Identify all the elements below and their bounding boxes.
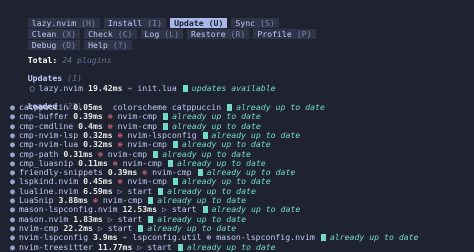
status-marker-icon xyxy=(320,234,326,242)
updates-header: Updates (1) xyxy=(8,63,82,83)
toolbar-row-1: lazy.nvim (H) Install (I) Update (U) Sync (… xyxy=(8,8,283,28)
status-marker-icon xyxy=(153,150,159,158)
status-marker-icon xyxy=(158,187,164,195)
status-marker-icon xyxy=(148,197,154,204)
config-file-icon: ⌁ xyxy=(127,83,133,93)
plugin-status: already up to date xyxy=(329,232,419,243)
status-marker-icon xyxy=(172,178,178,186)
status-marker-icon xyxy=(202,206,208,214)
tab-restore[interactable]: Restore (R) xyxy=(187,29,250,39)
status-marker-icon xyxy=(227,104,233,111)
plugin-status: already up to date xyxy=(186,241,276,252)
loaded-header: Loaded (23) xyxy=(8,91,82,111)
tab-log[interactable]: Log (L) xyxy=(140,29,184,39)
tab-label: Restore xyxy=(191,29,226,39)
status-marker-icon xyxy=(182,85,188,92)
tab-key: (P) xyxy=(296,29,312,39)
status-marker-icon xyxy=(168,159,173,167)
tab-profile[interactable]: Profile (P) xyxy=(253,29,316,39)
plugin-row[interactable]: ○ lazy.nvim 19.42ms ⌁ init.lua updates ava… xyxy=(10,73,276,93)
plugin-status: updates available xyxy=(191,83,276,93)
status-marker-icon xyxy=(177,243,183,251)
toolbar-row-3: Debug (D) Help (?) xyxy=(8,30,136,50)
start-icon: ▷ xyxy=(137,241,143,252)
total-line: Total: 24 plugins xyxy=(8,45,112,65)
bullet-icon: ● xyxy=(10,241,15,252)
toolbar-row-2: Clean (X) Check (C) Log (L) Restore (R) Prof… xyxy=(8,19,320,39)
plugin-load-time: 19.42ms xyxy=(88,83,123,93)
tab-label: Log xyxy=(144,29,160,39)
status-marker-icon xyxy=(172,141,178,149)
status-marker-icon xyxy=(163,122,169,130)
status-marker-icon xyxy=(202,131,208,139)
plugin-trigger: start xyxy=(147,241,172,252)
lazy-window: lazy.nvim (H) Install (I) Update (U) Sync (… xyxy=(0,0,474,252)
tab-key: (L) xyxy=(164,29,180,39)
tab-key: (?) xyxy=(112,40,128,50)
status-marker-icon xyxy=(163,113,169,121)
status-marker-icon xyxy=(148,215,154,223)
plugin-name: nvim-treesitter xyxy=(19,241,93,252)
tab-label: Profile xyxy=(257,29,292,39)
status-marker-icon xyxy=(197,169,203,177)
plugin-row[interactable]: ● nvim-treesitter 11.77ms ▷ start already … xyxy=(10,242,276,252)
plugin-trigger: init.lua xyxy=(137,83,177,93)
tab-key: (R) xyxy=(230,29,246,39)
status-marker-icon xyxy=(138,224,144,232)
plugin-load-time: 11.77ms xyxy=(97,241,133,252)
